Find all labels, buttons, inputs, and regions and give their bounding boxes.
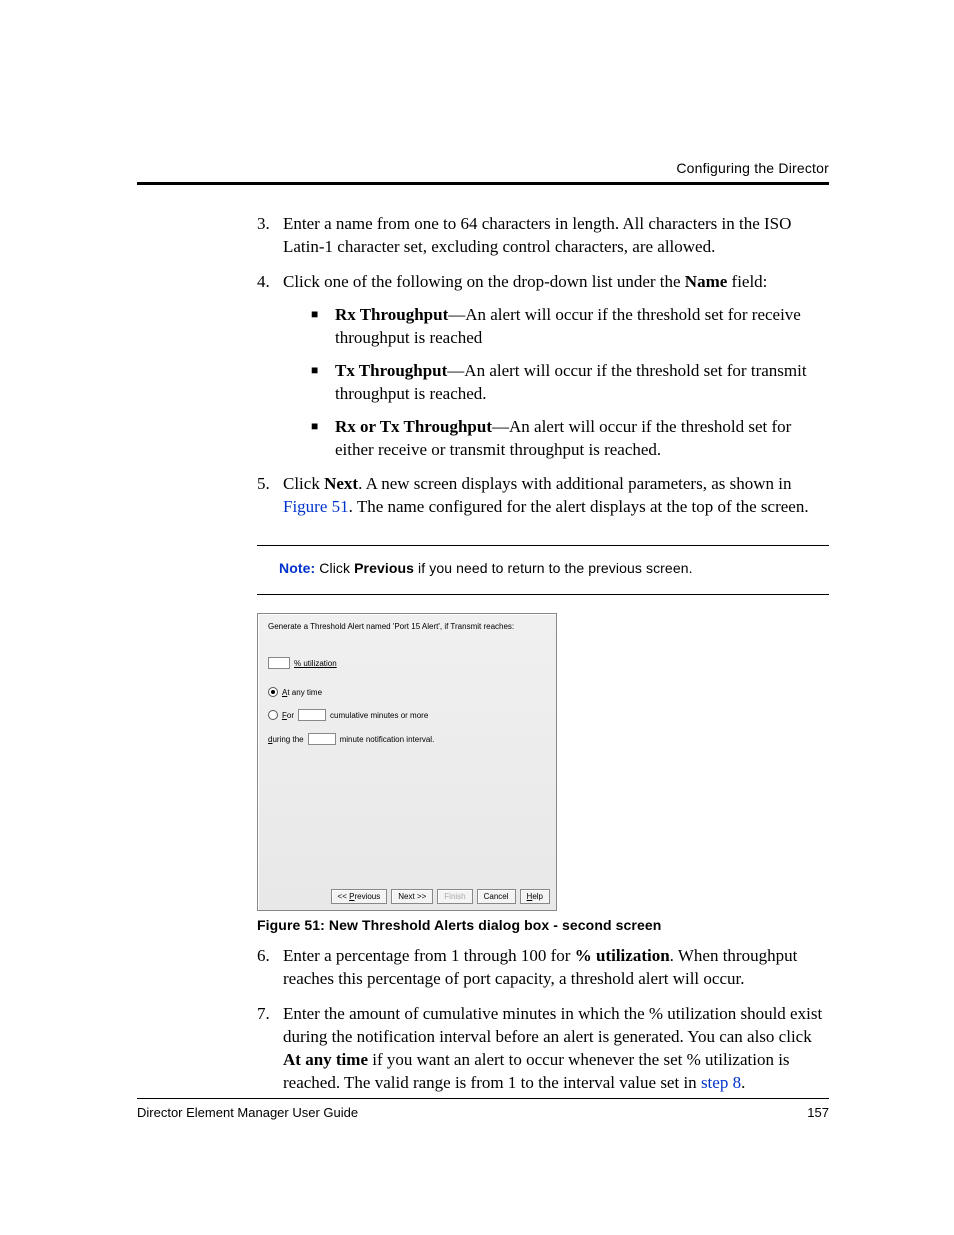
- step-5-a: Click: [283, 474, 324, 493]
- next-button[interactable]: Next >>: [391, 889, 433, 904]
- threshold-alert-dialog: Generate a Threshold Alert named 'Port 1…: [257, 613, 557, 911]
- step-4-item-rx: Rx Throughput—An alert will occur if the…: [311, 304, 829, 350]
- step-7-any-bold: At any time: [283, 1050, 368, 1069]
- step-5-number: 5.: [257, 473, 270, 496]
- for-label: For: [282, 711, 294, 720]
- cancel-button[interactable]: Cancel: [477, 889, 516, 904]
- for-minutes-input[interactable]: [298, 709, 326, 721]
- note-a: Click: [315, 560, 354, 576]
- step-3-text: Enter a name from one to 64 characters i…: [283, 214, 791, 256]
- step-7-a: Enter the amount of cumulative minutes i…: [283, 1004, 822, 1046]
- header-rule: [137, 182, 829, 185]
- figure-caption: Figure 51: New Threshold Alerts dialog b…: [257, 917, 829, 933]
- figure-ref-link[interactable]: Figure 51: [283, 497, 349, 516]
- step-6: 6. Enter a percentage from 1 through 100…: [257, 945, 829, 991]
- step-5-c: . The name configured for the alert disp…: [349, 497, 809, 516]
- step-5-next-bold: Next: [324, 474, 358, 493]
- help-button[interactable]: Help: [520, 889, 550, 904]
- step-6-a: Enter a percentage from 1 through 100 fo…: [283, 946, 575, 965]
- step-4-rx-label: Rx Throughput: [335, 305, 448, 324]
- step-4-item-rxtx: Rx or Tx Throughput—An alert will occur …: [311, 416, 829, 462]
- step-ref-link[interactable]: step 8: [701, 1073, 741, 1092]
- step-5: 5. Click Next. A new screen displays wit…: [257, 473, 829, 519]
- step-7: 7. Enter the amount of cumulative minute…: [257, 1003, 829, 1095]
- step-5-b: . A new screen displays with additional …: [358, 474, 791, 493]
- previous-button[interactable]: << Previous: [331, 889, 388, 904]
- note-b: if you need to return to the previous sc…: [414, 560, 693, 576]
- for-radio[interactable]: [268, 710, 278, 720]
- step-6-util-bold: % utilization: [575, 946, 670, 965]
- at-any-time-radio[interactable]: [268, 687, 278, 697]
- step-4-tx-label: Tx Throughput: [335, 361, 447, 380]
- step-6-number: 6.: [257, 945, 270, 968]
- step-4-rxtx-label: Rx or Tx Throughput: [335, 417, 492, 436]
- footer-guide-title: Director Element Manager User Guide: [137, 1105, 358, 1120]
- utilization-input[interactable]: [268, 657, 290, 669]
- note-previous: Previous: [354, 560, 414, 576]
- note-label: Note:: [279, 560, 315, 576]
- dialog-title: Generate a Threshold Alert named 'Port 1…: [268, 622, 546, 631]
- page-number: 157: [807, 1105, 829, 1120]
- page-footer: Director Element Manager User Guide 157: [137, 1098, 829, 1120]
- at-any-time-label: At any time: [282, 688, 322, 697]
- step-4-lead: Click one of the following on the drop-d…: [283, 272, 685, 291]
- note-block: Note: Click Previous if you need to retu…: [257, 545, 829, 595]
- during-label: during the: [268, 735, 304, 744]
- running-header: Configuring the Director: [137, 160, 829, 176]
- step-4-item-tx: Tx Throughput—An alert will occur if the…: [311, 360, 829, 406]
- footer-rule: [137, 1098, 829, 1099]
- step-3: 3. Enter a name from one to 64 character…: [257, 213, 829, 259]
- step-4-name-bold: Name: [685, 272, 727, 291]
- step-7-c: .: [741, 1073, 745, 1092]
- step-3-number: 3.: [257, 213, 270, 236]
- for-tail: cumulative minutes or more: [330, 711, 428, 720]
- utilization-label: % utilization: [294, 659, 337, 668]
- step-7-number: 7.: [257, 1003, 270, 1026]
- step-4: 4. Click one of the following on the dro…: [257, 271, 829, 462]
- finish-button[interactable]: Finish: [437, 889, 472, 904]
- step-4-number: 4.: [257, 271, 270, 294]
- during-interval-input[interactable]: [308, 733, 336, 745]
- step-4-tail: field:: [727, 272, 767, 291]
- during-tail: minute notification interval.: [340, 735, 435, 744]
